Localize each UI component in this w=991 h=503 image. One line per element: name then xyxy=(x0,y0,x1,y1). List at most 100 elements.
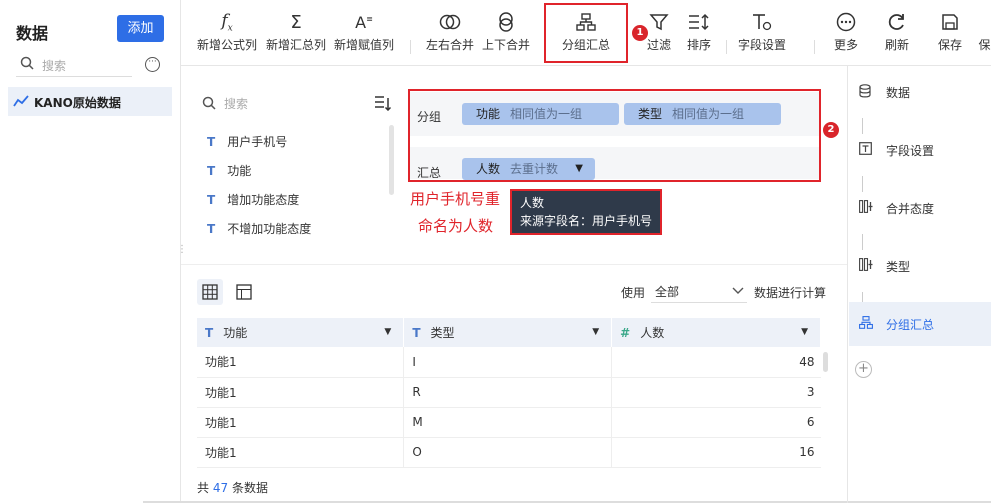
toolbar-refresh[interactable]: 刷新 xyxy=(879,8,915,60)
table-cell: R xyxy=(403,377,612,408)
step-badge-2: 2 xyxy=(823,122,839,138)
text-type-icon: T xyxy=(207,164,216,178)
text-type-icon: T xyxy=(207,135,216,149)
more-options-icon[interactable]: ··· xyxy=(145,57,160,72)
add-button[interactable]: 添加 xyxy=(117,15,164,42)
field-item[interactable]: T 用户手机号 xyxy=(207,133,287,150)
step-badge-1: 1 xyxy=(632,25,648,41)
sigma-icon: Σ xyxy=(290,11,302,33)
column-header-type[interactable]: T 类型 ▼ xyxy=(403,318,613,347)
step-item-field-settings[interactable]: 字段设置 xyxy=(849,128,991,172)
step-item-group-summary[interactable]: 分组汇总 xyxy=(849,302,991,346)
toolbar-add-summary-column[interactable]: Σ 新增汇总列 xyxy=(264,8,328,60)
field-sort-icon[interactable] xyxy=(374,95,392,111)
trend-icon xyxy=(13,95,29,107)
rename-tooltip: 人数 来源字段名：用户手机号 xyxy=(510,189,662,235)
calc-label: 数据进行计算 xyxy=(754,286,827,300)
group-chip-function[interactable]: 功能 相同值为一组 xyxy=(462,103,619,125)
toolbar-add-assign-column[interactable]: A≡ 新增赋值列 xyxy=(332,8,396,60)
search-icon xyxy=(20,56,34,70)
table-scrollbar[interactable] xyxy=(823,352,828,372)
table-row: 功能1 M 6 xyxy=(197,407,821,438)
sort-icon xyxy=(689,13,709,31)
caret-down-icon[interactable]: ▼ xyxy=(592,327,599,337)
field-search-input[interactable]: 搜索 xyxy=(200,92,370,114)
resize-handle-icon[interactable]: ⋮ xyxy=(177,244,187,255)
group-chip-type[interactable]: 类型 相同值为一组 xyxy=(624,103,781,125)
table-cell: 功能1 xyxy=(197,437,404,468)
step-panel: 数据 字段设置 合并态度 类型 分组汇总 + xyxy=(847,66,991,503)
table-cell: 功能1 xyxy=(197,347,404,378)
refresh-icon xyxy=(888,14,904,30)
number-type-icon: # xyxy=(620,326,631,340)
tooltip-title: 人数 xyxy=(520,196,545,210)
toolbar-add-formula-column[interactable]: fx 新增公式列 xyxy=(195,8,259,60)
text-type-icon: T xyxy=(412,326,421,340)
caret-down-icon[interactable]: ▼ xyxy=(575,158,583,180)
step-item-merge-attitude[interactable]: 合并态度 xyxy=(849,186,991,230)
row-count: 共 47 条数据 xyxy=(197,481,268,495)
toolbar-merge-vertical[interactable]: 上下合并 xyxy=(480,8,532,60)
group-summary-icon xyxy=(859,316,873,329)
use-label: 使用 xyxy=(621,286,646,300)
annotation-line-2: 命名为人数 xyxy=(418,217,494,235)
field-item[interactable]: T 不增加功能态度 xyxy=(207,220,311,237)
toolbar-divider xyxy=(726,40,727,54)
highlight-box-group-summary xyxy=(544,3,628,63)
toolbar-sort[interactable]: 排序 xyxy=(681,8,717,60)
dataset-label: KANO原始数据 xyxy=(34,96,121,110)
table-cell: O xyxy=(403,437,612,468)
save-icon xyxy=(942,14,958,30)
table-cell: 6 xyxy=(611,407,821,438)
group-label: 分组 xyxy=(417,110,442,124)
toolbar-merge-horizontal[interactable]: 左右合并 xyxy=(424,8,476,60)
table-cell: 功能1 xyxy=(197,377,404,408)
column-header-count[interactable]: # 人数 ▼ xyxy=(611,318,821,347)
caret-down-icon[interactable]: ▼ xyxy=(384,327,391,337)
table-cell: 3 xyxy=(611,377,821,408)
table-row: 功能1 I 48 xyxy=(197,347,821,378)
data-preview-table: T 功能 ▼ T 类型 ▼ # 人数 ▼ 功能1 I 48 功能1 R 3 功能1 M 6 … xyxy=(197,318,821,468)
toolbar-divider xyxy=(814,40,815,54)
table-cell: I xyxy=(403,347,612,378)
merge-column-icon xyxy=(859,258,873,271)
field-settings-icon xyxy=(753,14,772,31)
merge-column-icon xyxy=(859,200,873,213)
sidebar-item-dataset[interactable]: KANO原始数据 xyxy=(8,87,172,116)
toolbar-save-as[interactable]: 保 xyxy=(978,8,991,60)
annotation-line-1: 用户手机号重 xyxy=(410,190,501,208)
table-cell: 16 xyxy=(611,437,821,468)
chevron-down-icon xyxy=(732,287,744,294)
assign-icon: A≡ xyxy=(355,12,373,32)
table-row: 功能1 R 3 xyxy=(197,377,821,408)
sidebar-search-input[interactable]: 搜索 xyxy=(16,53,132,77)
toolbar-save[interactable]: 保存 xyxy=(932,8,968,60)
step-item-data[interactable]: 数据 xyxy=(849,70,991,114)
column-header-function[interactable]: T 功能 ▼ xyxy=(197,318,405,347)
toolbar-more[interactable]: 更多 xyxy=(828,8,864,60)
step-item-type[interactable]: 类型 xyxy=(849,244,991,288)
database-icon xyxy=(859,84,871,98)
summary-label: 汇总 xyxy=(417,166,442,180)
table-row: 功能1 O 16 xyxy=(197,437,821,468)
table-cell: M xyxy=(403,407,612,438)
toolbar-divider xyxy=(410,40,411,54)
table-cell: 功能1 xyxy=(197,407,404,438)
field-list-scrollbar[interactable] xyxy=(389,125,394,195)
summary-chip-count[interactable]: 人数 去重计数 ▼ xyxy=(462,158,595,180)
data-scope-select[interactable]: 全部 xyxy=(651,279,747,303)
caret-down-icon[interactable]: ▼ xyxy=(801,327,808,337)
layout-view-button[interactable] xyxy=(231,279,257,305)
toolbar-field-settings[interactable]: 字段设置 xyxy=(733,8,791,60)
field-search-placeholder: 搜索 xyxy=(224,97,249,111)
merge-vertical-icon xyxy=(499,12,513,32)
field-item[interactable]: T 增加功能态度 xyxy=(207,191,299,208)
field-item[interactable]: T 功能 xyxy=(207,162,251,179)
filter-icon xyxy=(649,14,669,31)
search-icon xyxy=(202,96,216,110)
text-type-icon: T xyxy=(207,222,216,236)
merge-horizontal-icon xyxy=(439,14,461,30)
add-step-icon[interactable]: + xyxy=(855,361,872,378)
tooltip-source: 来源字段名：用户手机号 xyxy=(520,214,653,228)
grid-view-button[interactable] xyxy=(197,279,223,305)
